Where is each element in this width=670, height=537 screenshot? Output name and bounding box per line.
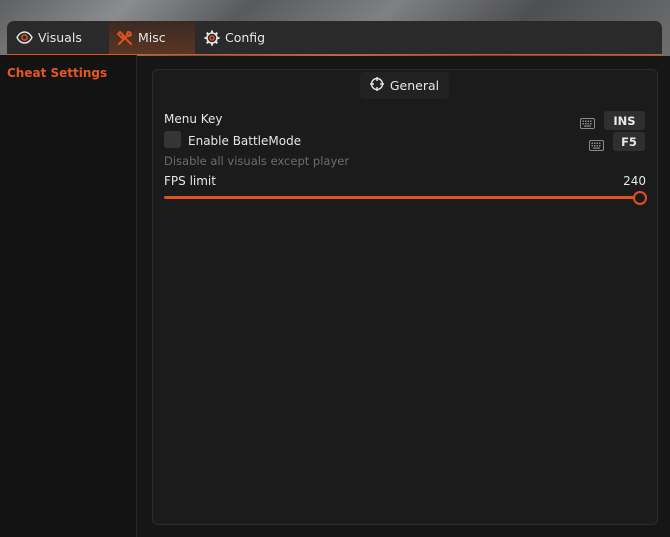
keyboard-icon: [589, 136, 604, 155]
sidebar: Cheat Settings: [0, 55, 137, 537]
battlemode-label: Enable BattleMode: [188, 134, 302, 148]
tab-visuals-label: Visuals: [38, 30, 82, 45]
tab-visuals[interactable]: Visuals: [14, 21, 96, 54]
crosshair-icon: [369, 77, 384, 94]
panel-header: General: [360, 72, 449, 99]
sidebar-item-cheat-settings[interactable]: Cheat Settings: [7, 66, 107, 80]
menu-key-label: Menu Key: [164, 112, 223, 126]
fps-limit-value: 240: [623, 174, 646, 188]
fps-limit-label: FPS limit: [164, 174, 216, 188]
tab-misc-label: Misc: [138, 30, 166, 45]
menu-key-bind-button[interactable]: INS: [604, 111, 645, 130]
tools-icon: [117, 30, 133, 46]
fps-limit-slider-fill: [164, 196, 639, 199]
tab-bar: Visuals Misc Config: [7, 21, 662, 55]
keyboard-icon: [580, 114, 595, 133]
tab-misc[interactable]: Misc: [109, 21, 195, 54]
fps-limit-slider-handle[interactable]: [633, 191, 647, 205]
battlemode-checkbox[interactable]: [164, 131, 181, 148]
tab-config-label: Config: [225, 30, 266, 45]
tab-config[interactable]: Config: [204, 21, 284, 54]
battlemode-key-bind-button[interactable]: F5: [613, 132, 645, 151]
gear-icon: [204, 30, 220, 46]
eye-icon: [16, 31, 33, 44]
fps-limit-slider[interactable]: [164, 191, 647, 205]
battlemode-description: Disable all visuals except player: [164, 154, 350, 168]
panel-title: General: [389, 78, 440, 93]
general-panel: General Menu Key INS Enable BattleMode F…: [152, 69, 658, 525]
